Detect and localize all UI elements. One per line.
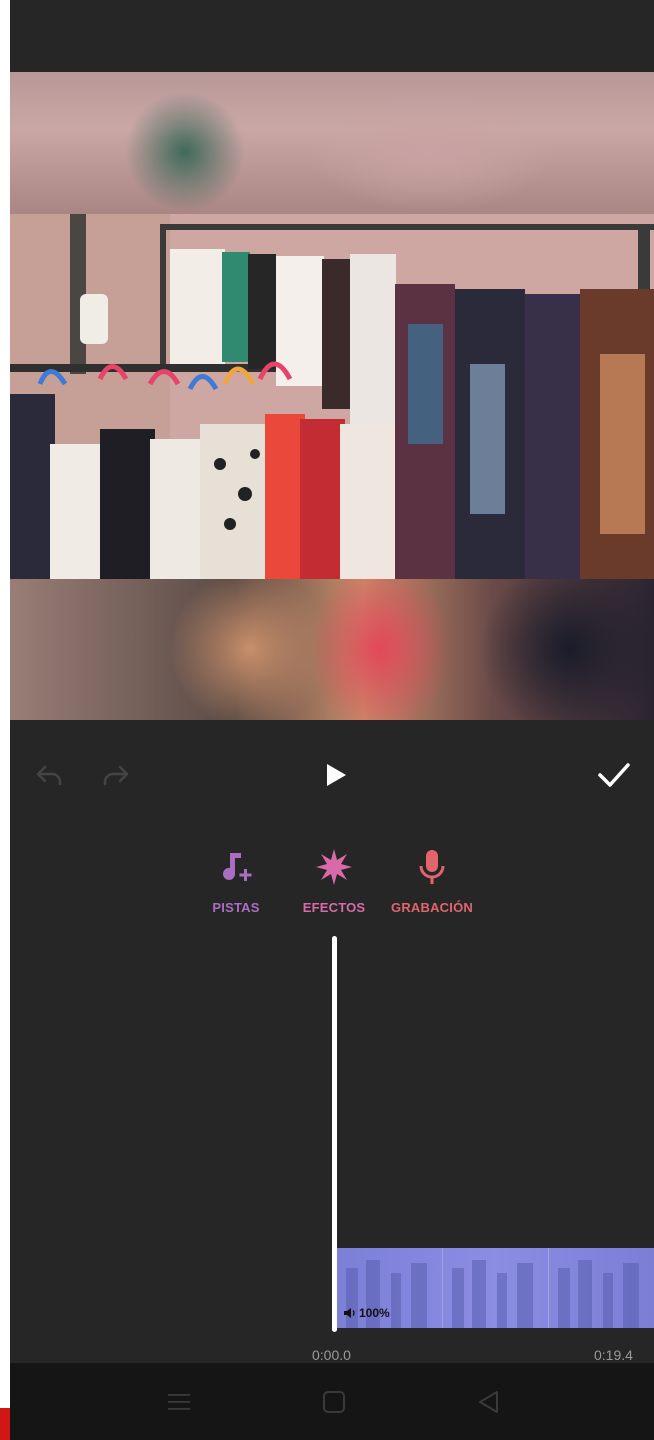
system-navigation-bar — [10, 1363, 654, 1440]
playhead[interactable] — [332, 936, 337, 1332]
home-square-icon — [323, 1391, 345, 1413]
clip-volume: 100% — [343, 1306, 390, 1320]
audio-tools: PISTAS EFECTOS GRABACIÓN — [10, 830, 654, 940]
play-icon — [327, 764, 346, 786]
edge-marker — [0, 1408, 10, 1440]
nav-home-button[interactable] — [314, 1387, 354, 1417]
video-clip[interactable]: 100% — [336, 1248, 654, 1328]
timeline[interactable]: 100% 0:00.0 0:19.4 — [10, 936, 654, 1363]
tracks-tool-button[interactable]: PISTAS — [186, 844, 286, 924]
nav-menu-button[interactable] — [159, 1387, 199, 1417]
music-note-add-icon — [223, 853, 252, 881]
back-triangle-icon — [479, 1391, 498, 1413]
preview-blur-background-top — [10, 72, 654, 214]
redo-icon — [103, 765, 129, 786]
video-preview[interactable] — [10, 72, 654, 720]
clip-volume-value: 100% — [359, 1306, 390, 1320]
undo-button[interactable] — [25, 750, 75, 800]
menu-icon — [168, 1394, 190, 1410]
effects-tool-label: EFECTOS — [302, 900, 366, 915]
playback-controls — [10, 720, 654, 830]
record-tool-label: GRABACIÓN — [391, 900, 473, 915]
redo-button[interactable] — [90, 750, 140, 800]
nav-back-button[interactable] — [469, 1387, 509, 1417]
speaker-icon — [344, 1308, 355, 1318]
undo-icon — [36, 765, 62, 786]
effects-tool-button[interactable]: EFECTOS — [284, 844, 384, 924]
checkmark-icon — [598, 763, 630, 787]
status-bar — [10, 0, 654, 72]
preview-frame-clothes-rack — [10, 214, 654, 579]
app-screen: PISTAS EFECTOS GRABACIÓN 100% 0:00.0 0:1… — [10, 0, 654, 1440]
play-button[interactable] — [311, 750, 361, 800]
time-end: 0:19.4 — [594, 1347, 633, 1363]
tracks-tool-label: PISTAS — [212, 900, 260, 915]
starburst-icon — [316, 849, 352, 885]
clothes-rack-image — [10, 214, 654, 579]
time-start: 0:00.0 — [312, 1347, 351, 1363]
preview-blur-background-bottom — [10, 579, 654, 720]
confirm-button[interactable] — [589, 750, 639, 800]
record-tool-button[interactable]: GRABACIÓN — [382, 844, 482, 924]
microphone-icon — [419, 850, 445, 884]
